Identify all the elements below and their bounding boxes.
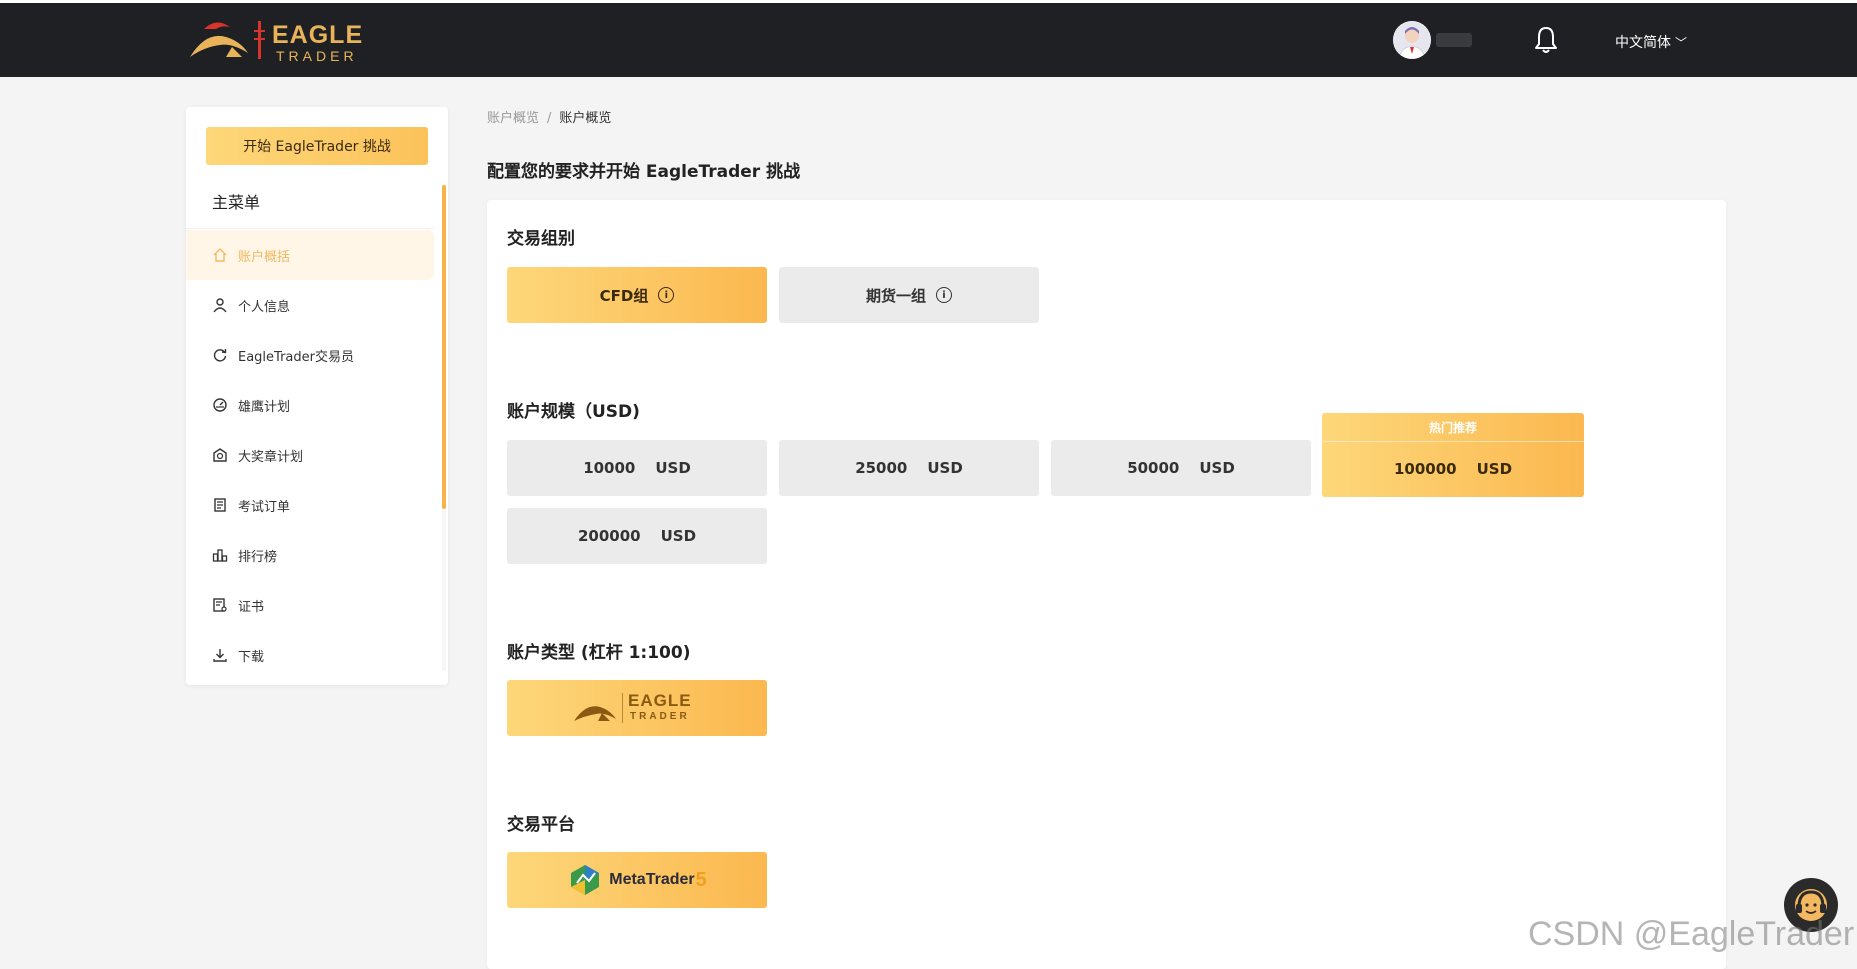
download-icon [212,647,228,663]
group-option-label: CFD组 [599,286,649,305]
account-type-eagle-trader[interactable]: EAGLE TRADER [507,680,767,736]
watermark: CSDN @EagleTrader [1528,915,1855,953]
group-option-cfd[interactable]: CFD组 i [507,267,767,323]
size-value: 10000 [583,459,636,477]
size-unit: USD [660,527,697,545]
page-title: 配置您的要求并开始 EagleTrader 挑战 [487,162,801,182]
order-icon [212,497,228,513]
ranking-icon [212,547,228,563]
sidebar-item-label: 下载 [238,649,265,665]
sidebar-item-account-overview[interactable]: 账户概括 [186,230,434,280]
size-option-50000[interactable]: 50000 USD [1051,440,1311,496]
logo-text-eagle: EAGLE [628,691,692,710]
user-avatar[interactable] [1393,21,1431,59]
scrollbar-thumb[interactable] [442,185,446,509]
sidebar-item-certificates[interactable]: 证书 [186,580,434,630]
sidebar-item-trader[interactable]: EagleTrader交易员 [186,330,434,380]
top-navbar: EAGLE TRADER 中文简体 ﹀ [0,0,1857,77]
language-selector[interactable]: 中文简体 ﹀ [1615,32,1687,52]
breadcrumb-parent[interactable]: 账户概览 [487,111,539,126]
size-value: 25000 [855,459,908,477]
menu-title: 主菜单 [212,193,261,212]
username-masked [1436,33,1472,47]
chevron-down-icon: ﹀ [1675,36,1688,50]
metatrader5-logo: MetaTrader 5 [567,863,707,897]
sidebar-item-label: 考试订单 [238,499,291,515]
config-panel: 交易组别 CFD组 i 期货一组 i 账户规模（USD) 10000 USD 25… [487,200,1726,969]
trading-group-title: 交易组别 [507,229,575,249]
platform-title: 交易平台 [507,815,575,835]
account-size-title: 账户规模（USD) [507,402,640,422]
size-unit: USD [655,459,691,477]
eagle-trader-logo: EAGLE TRADER [572,691,702,725]
gauge-icon [212,397,228,413]
eagle-logo-icon [574,706,616,721]
refresh-icon [212,347,228,363]
home-icon [212,247,228,263]
divider [186,228,434,229]
group-option-futures[interactable]: 期货一组 i [779,267,1039,323]
size-option-25000[interactable]: 25000 USD [779,440,1039,496]
metatrader-icon [571,865,600,895]
size-value: 50000 [1127,459,1180,477]
size-option-100000[interactable]: 热门推荐 100000 USD [1322,413,1584,497]
hot-recommend-badge: 热门推荐 [1322,413,1584,442]
sidebar: 开始 EagleTrader 挑战 主菜单 账户概括 个人信息 EagleTra… [186,107,448,685]
platform-name: MetaTrader [609,871,695,888]
size-option-200000[interactable]: 200000 USD [507,508,767,564]
platform-option-mt5[interactable]: MetaTrader 5 [507,852,767,908]
sidebar-item-label: EagleTrader交易员 [238,349,354,365]
size-unit: USD [1476,460,1513,478]
size-option-10000[interactable]: 10000 USD [507,440,767,496]
start-challenge-button[interactable]: 开始 EagleTrader 挑战 [206,127,428,165]
sidebar-item-label: 证书 [238,599,265,615]
notification-bell-icon[interactable] [1533,25,1559,55]
eagle-trader-logo[interactable]: EAGLE TRADER [186,17,366,67]
size-unit: USD [927,459,963,477]
user-icon [212,297,228,313]
sidebar-item-eagle-plan[interactable]: 雄鹰计划 [186,380,434,430]
medal-icon [212,447,228,463]
certificate-icon [212,597,228,613]
platform-version: 5 [695,868,707,891]
info-icon[interactable]: i [658,287,675,303]
sidebar-item-download[interactable]: 下载 [186,630,434,680]
main-menu: 账户概括 个人信息 EagleTrader交易员 雄鹰计划 大奖章计划 考试订单… [186,230,434,680]
language-label: 中文简体 [1615,35,1671,51]
size-unit: USD [1199,459,1235,477]
sidebar-item-exam-orders[interactable]: 考试订单 [186,480,434,530]
sidebar-item-label: 账户概括 [238,249,291,265]
info-icon[interactable]: i [936,287,952,303]
sidebar-item-label: 排行榜 [238,549,278,565]
account-type-title: 账户类型 (杠杆 1:100) [507,643,691,663]
eagle-logo-icon [190,21,265,59]
size-option-label: 100000 USD [1322,441,1584,497]
size-value: 200000 [577,527,641,545]
sidebar-item-label: 个人信息 [238,299,291,315]
logo-text-trader: TRADER [276,48,358,64]
avatar-icon [1393,21,1431,59]
group-option-label: 期货一组 [865,286,926,305]
sidebar-item-leaderboard[interactable]: 排行榜 [186,530,434,580]
sidebar-item-label: 雄鹰计划 [238,399,291,415]
sidebar-item-label: 大奖章计划 [238,449,304,465]
sidebar-item-medal-plan[interactable]: 大奖章计划 [186,430,434,480]
sidebar-item-personal-info[interactable]: 个人信息 [186,280,434,330]
size-value: 100000 [1393,460,1457,478]
breadcrumb-separator: / [547,111,552,126]
breadcrumb: 账户概览 / 账户概览 [487,107,611,126]
logo-text-eagle: EAGLE [272,21,364,49]
logo-text-trader: TRADER [630,711,690,722]
breadcrumb-current: 账户概览 [559,111,612,126]
